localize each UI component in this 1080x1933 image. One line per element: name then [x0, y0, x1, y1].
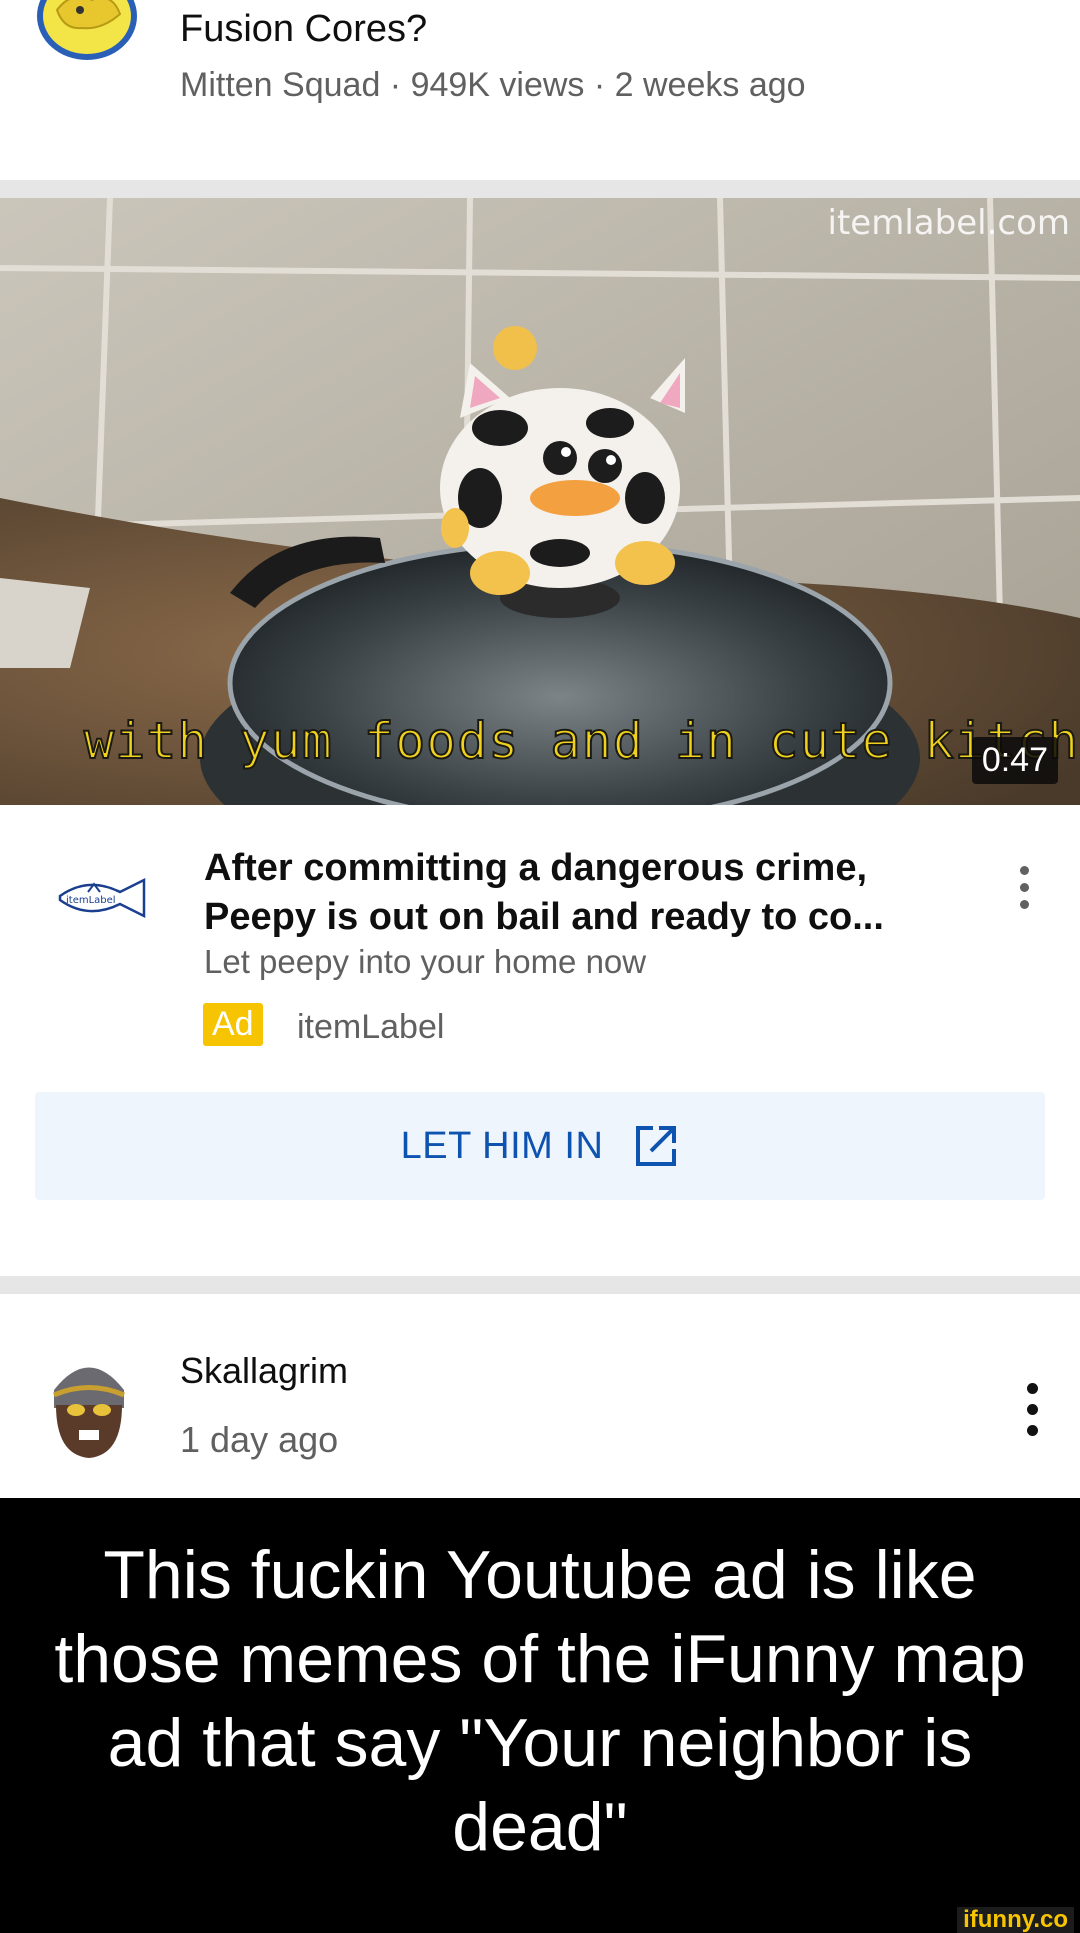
cta-label: LET HIM IN — [400, 1124, 604, 1167]
thumbnail-watermark: itemlabel.com — [827, 203, 1070, 243]
logo-text: itemLabel — [66, 895, 116, 906]
let-him-in-button[interactable]: LET HIM IN — [35, 1092, 1045, 1200]
meme-caption-text: This fuckin Youtube ad is like those mem… — [54, 1537, 1026, 1865]
video-title[interactable]: Fusion Cores? — [180, 8, 427, 51]
advertiser-logo-icon[interactable]: itemLabel — [58, 874, 150, 924]
video-meta: Mitten Squad · 949K views · 2 weeks ago — [180, 66, 806, 104]
comment-author[interactable]: Skallagrim — [180, 1350, 348, 1392]
channel-avatar[interactable] — [32, 0, 142, 62]
section-divider — [0, 1276, 1080, 1294]
ad-title[interactable]: After committing a dangerous crime, Peep… — [204, 844, 964, 942]
ifunny-watermark: ifunny.co — [957, 1907, 1074, 1933]
ad-subtitle: Let peepy into your home now — [204, 943, 647, 980]
comment-timestamp: 1 day ago — [180, 1419, 339, 1460]
top-video-row[interactable]: Fusion Cores? Mitten Squad · 949K views … — [0, 0, 1080, 180]
thumbnail-caption: with yum foods and in cute kitch — [83, 711, 1080, 771]
ad-more-options-icon[interactable] — [1014, 866, 1034, 909]
video-duration: 0:47 — [971, 737, 1058, 784]
section-divider — [0, 180, 1080, 198]
ad-video-thumbnail[interactable]: itemlabel.com with yum foods and in cute… — [0, 198, 1080, 805]
external-link-icon — [636, 1126, 677, 1166]
ad-badge: Ad — [203, 1003, 263, 1046]
commenter-avatar[interactable] — [46, 1350, 132, 1460]
comment-more-options-icon[interactable] — [1022, 1383, 1042, 1436]
ad-advertiser-name: itemLabel — [297, 1008, 445, 1046]
